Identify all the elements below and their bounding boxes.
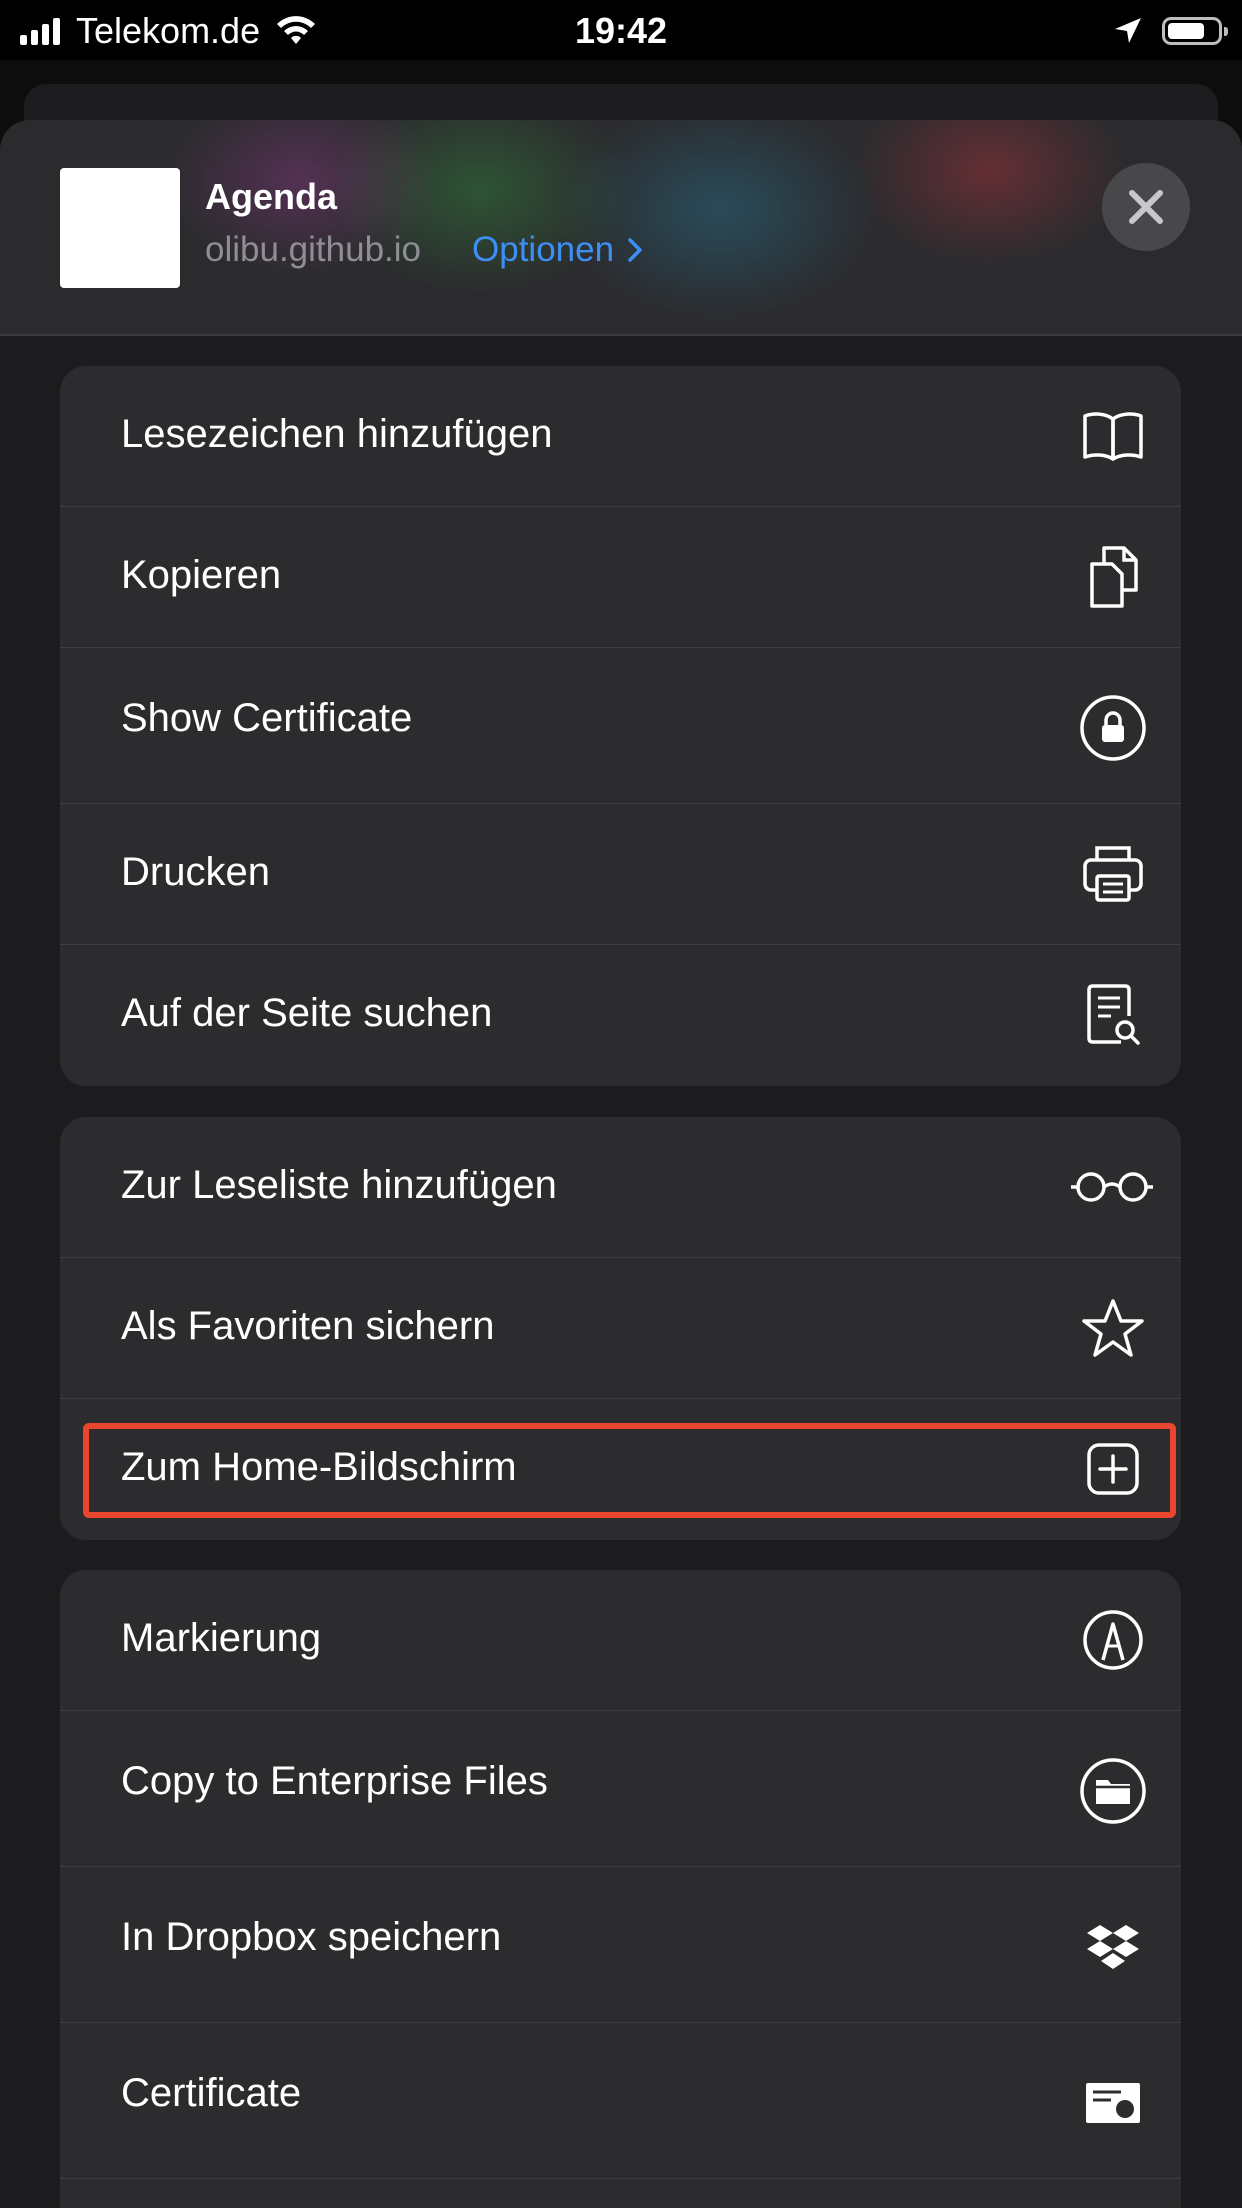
chevron-right-icon	[628, 238, 642, 262]
action-print[interactable]: Drucken	[60, 804, 1181, 945]
battery-icon	[1162, 17, 1228, 45]
glasses-icon	[1067, 1147, 1157, 1227]
close-icon	[1129, 190, 1163, 224]
status-time: 19:42	[574, 10, 668, 51]
action-copy[interactable]: Kopieren	[60, 507, 1181, 648]
options-link[interactable]: Optionen	[472, 230, 644, 270]
plus-square-icon	[1073, 1429, 1153, 1509]
action-copy-to-enterprise-files[interactable]: Copy to Enterprise Files	[60, 1711, 1181, 1867]
action-label: In Dropbox speichern	[121, 1915, 502, 1959]
find-in-page-icon	[1073, 975, 1153, 1055]
dropbox-icon	[1073, 1907, 1153, 1987]
book-icon	[1073, 396, 1153, 476]
action-show-certificate[interactable]: Show Certificate	[60, 648, 1181, 804]
action-label: Lesezeichen hinzufügen	[121, 412, 553, 456]
action-group-1: Lesezeichen hinzufügen Kopieren Show Cer…	[60, 366, 1181, 1086]
action-label: Als Favoriten sichern	[121, 1304, 495, 1348]
action-label: Zum Home-Bildschirm	[121, 1445, 517, 1489]
action-label: Kopieren	[121, 553, 282, 597]
certificate-icon	[1073, 2063, 1153, 2143]
action-label: Auf der Seite suchen	[121, 991, 493, 1035]
site-thumbnail	[60, 168, 180, 288]
action-save-to-dropbox[interactable]: In Dropbox speichern	[60, 1867, 1181, 2023]
battery-level	[1168, 23, 1204, 39]
site-title: Agenda	[205, 176, 338, 217]
printer-icon	[1073, 834, 1153, 914]
star-icon	[1073, 1288, 1153, 1368]
status-bar: Telekom.de 19:42	[0, 0, 1242, 60]
action-group-3: Markierung Copy to Enterprise Files In D…	[60, 1570, 1181, 2208]
close-button[interactable]	[1102, 163, 1190, 251]
lock-icon	[1073, 688, 1153, 768]
action-label: Show Certificate	[121, 696, 413, 740]
copy-icon	[1073, 537, 1153, 617]
site-url: olibu.github.io	[205, 230, 421, 269]
location-icon	[1115, 18, 1141, 43]
action-favorites[interactable]: Als Favoriten sichern	[60, 1258, 1181, 1399]
action-label: Certificate	[121, 2071, 302, 2115]
action-reading-list[interactable]: Zur Leseliste hinzufügen	[60, 1117, 1181, 1258]
markup-icon	[1073, 1600, 1153, 1680]
action-markup[interactable]: Markierung	[60, 1570, 1181, 1711]
action-label: Drucken	[121, 850, 270, 894]
action-find-on-page[interactable]: Auf der Seite suchen	[60, 945, 1181, 1086]
action-label: Markierung	[121, 1616, 322, 1660]
screen: Telekom.de 19:42 Agenda olibu.github.io	[0, 0, 1242, 2208]
status-right	[1112, 8, 1228, 54]
action-bookmark[interactable]: Lesezeichen hinzufügen	[60, 366, 1181, 507]
action-label: Zur Leseliste hinzufügen	[121, 1163, 557, 1207]
action-add-to-home-screen[interactable]: Zum Home-Bildschirm	[60, 1399, 1181, 1540]
action-group-2: Zur Leseliste hinzufügen Als Favoriten s…	[60, 1117, 1181, 1540]
folder-icon	[1073, 1751, 1153, 1831]
options-label: Optionen	[472, 230, 615, 269]
action-label: Copy to Enterprise Files	[121, 1759, 548, 1803]
share-sheet-header: Agenda olibu.github.io Optionen	[0, 120, 1242, 336]
action-certificate[interactable]: Certificate	[60, 2023, 1181, 2179]
